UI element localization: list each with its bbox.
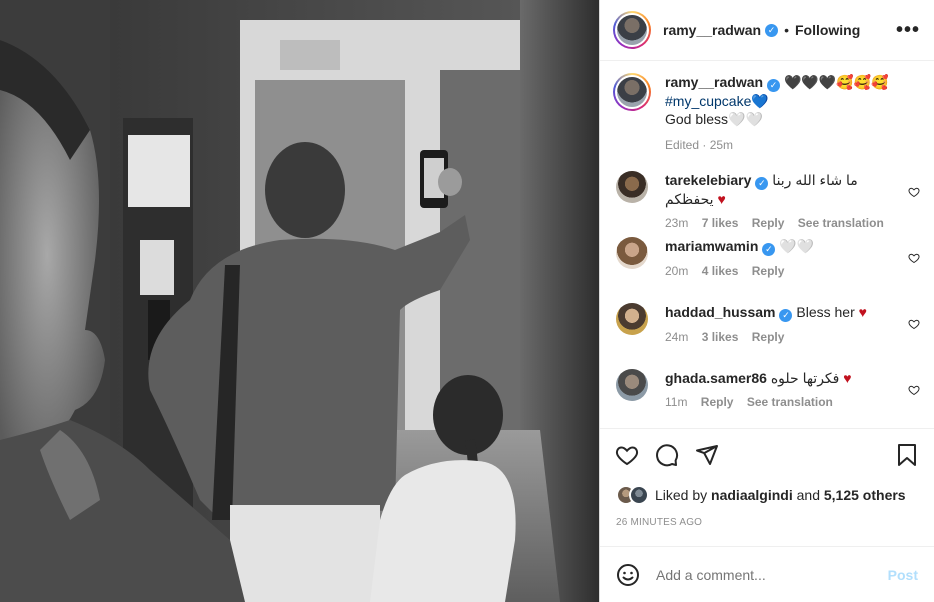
likes-text: Liked by nadiaalgindi and 5,125 others [655,487,906,503]
comment-meta: 23m 7 likes Reply See translation [665,216,896,230]
caption-line2: God bless🤍🤍 [665,111,763,127]
verified-badge-icon: ✓ [779,309,793,322]
comment-input[interactable] [656,566,888,583]
comment-likes[interactable]: 4 likes [702,264,739,278]
author-avatar[interactable] [613,11,651,49]
comment-time: 11m [665,395,688,409]
likes-and: and [796,487,820,503]
hashtag-link[interactable]: #my_cupcake [665,93,751,109]
post-comment-button[interactable]: Post [888,567,918,583]
comment-item: mariamwamin ✓ 🤍🤍 20m 4 likes Reply [600,237,934,303]
caption-text: ramy__radwan ✓ 🖤🖤🖤🥰🥰🥰 #my_cupcake💙 God bl… [665,73,896,128]
separator-dot: • [784,22,789,38]
liked-by-prefix: Liked by [655,487,708,503]
liker-avatar[interactable] [629,485,649,505]
comment-like-heart-icon[interactable] [908,252,920,264]
reply-button[interactable]: Reply [701,395,734,409]
comment-meta: 20m 4 likes Reply [665,264,896,278]
see-translation-button[interactable]: See translation [798,216,884,230]
likes-summary: Liked by nadiaalgindi and 5,125 others [616,485,920,505]
commenter-avatar[interactable] [616,171,648,203]
commenter-username[interactable]: ghada.samer86 [665,370,767,386]
comment-likes[interactable]: 3 likes [702,330,739,344]
post-photo[interactable] [0,0,599,602]
comment-composer: Post [600,546,934,602]
following-button[interactable]: Following [795,22,860,38]
caption-meta: Edited · 25m [665,138,734,152]
comment-like-heart-icon[interactable] [908,186,920,198]
post-caption: ramy__radwan ✓ 🖤🖤🖤🥰🥰🥰 #my_cupcake💙 God bl… [600,61,934,171]
see-translation-button[interactable]: See translation [747,395,833,409]
paper-plane-icon[interactable] [694,442,720,468]
verified-badge-icon: ✓ [767,79,781,92]
commenter-avatar[interactable] [616,369,648,401]
comment-text: Bless her [796,304,855,320]
comment-meta: 24m 3 likes Reply [665,330,896,344]
red-heart-emoji: ♥ [843,370,852,386]
caption-hashtag-suffix: 💙 [751,93,769,109]
comment-text: فكرتها حلوه [770,370,840,386]
photo-scene [0,0,599,602]
comment-like-heart-icon[interactable] [908,318,920,330]
verified-badge-icon: ✓ [755,177,769,190]
comment-time: 24m [665,330,689,344]
commenter-username[interactable]: mariamwamin [665,238,758,254]
commenter-avatar[interactable] [616,303,648,335]
caption-emojis: 🖤🖤🖤🥰🥰🥰 [783,74,889,90]
comment-item: tarekelebiary ✓ ما شاء الله ربنا يحفظكم ♥… [600,171,934,237]
comment-like-heart-icon[interactable] [908,384,920,396]
bookmark-icon[interactable] [894,442,920,468]
red-heart-emoji: ♥ [717,191,726,207]
smiley-icon[interactable] [616,563,640,587]
comment-time: 20m [665,264,689,278]
ellipsis-icon[interactable]: ••• [896,20,920,40]
reply-button[interactable]: Reply [752,330,785,344]
verified-badge-icon: ✓ [762,243,776,256]
commenter-avatar[interactable] [616,237,648,269]
red-heart-emoji: ♥ [858,304,867,320]
comment-time: 23m [665,216,689,230]
comment-likes[interactable]: 7 likes [702,216,739,230]
comment-icon[interactable] [654,442,680,468]
author-username[interactable]: ramy__radwan [663,22,761,38]
comment-meta: 11m Reply See translation [665,395,896,409]
comment-item: ghada.samer86 فكرتها حلوه ♥ 11m Reply Se… [600,369,934,428]
commenter-username[interactable]: tarekelebiary [665,172,751,188]
first-liker-link[interactable]: nadiaalgindi [711,487,793,503]
reply-button[interactable]: Reply [752,264,785,278]
verified-badge-icon: ✓ [765,23,779,37]
reply-button[interactable]: Reply [752,216,785,230]
others-likes-link[interactable]: 5,125 others [824,487,906,503]
post-side-panel: ramy__radwan ✓ • Following ••• ramy__rad… [599,0,934,602]
commenter-username[interactable]: haddad_hussam [665,304,775,320]
heart-icon[interactable] [614,442,640,468]
comment-item: haddad_hussam ✓ Bless her ♥ 24m 3 likes R… [600,303,934,369]
comment-text: 🤍🤍 [779,238,815,254]
post-timestamp[interactable]: 26 MINUTES AGO [616,517,702,528]
caption-username[interactable]: ramy__radwan [665,74,763,90]
action-bar [614,440,920,470]
caption-avatar[interactable] [613,73,651,111]
comments-list[interactable]: ramy__radwan ✓ 🖤🖤🖤🥰🥰🥰 #my_cupcake💙 God bl… [600,61,934,429]
post-header: ramy__radwan ✓ • Following ••• [600,0,934,61]
